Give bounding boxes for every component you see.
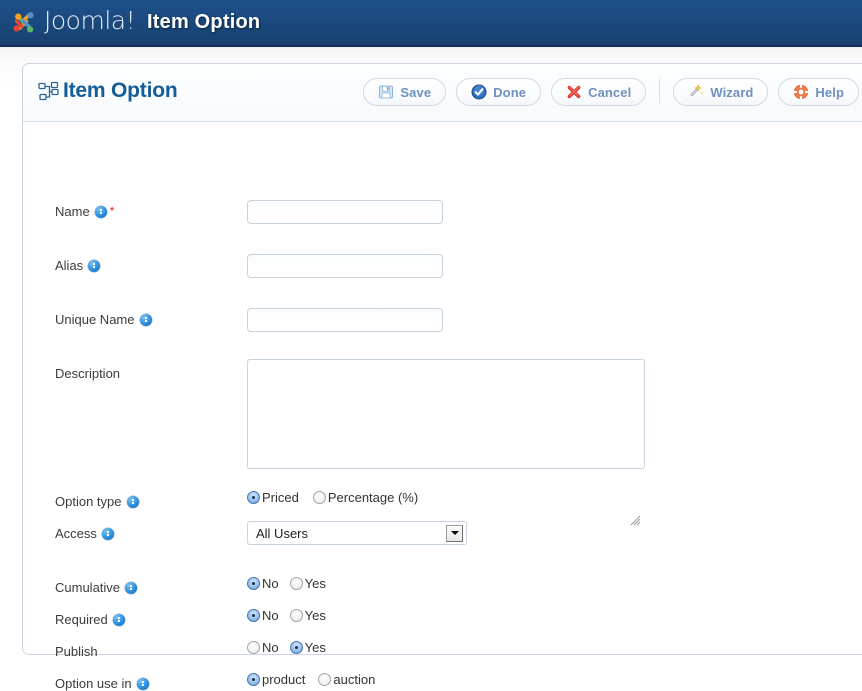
cumulative-label-group: Cumulative <box>55 580 138 595</box>
radio-label: auction <box>333 672 376 687</box>
info-icon[interactable] <box>88 260 101 272</box>
cumulative-radio-no[interactable]: No <box>247 576 279 591</box>
radio-label: Percentage (%) <box>327 490 419 505</box>
radio-label: No <box>262 608 279 623</box>
joomla-top-header: Joomla! Item Option <box>0 0 862 47</box>
option-type-radio-percentage[interactable]: Percentage (%) <box>312 490 419 505</box>
panel-header: Item Option Save Done Cancel Wizard Help <box>23 64 862 122</box>
radio-label: No <box>262 640 279 655</box>
textarea-resize-grip[interactable] <box>629 513 641 526</box>
info-icon[interactable] <box>101 528 114 540</box>
info-icon[interactable] <box>125 582 138 594</box>
info-icon[interactable] <box>126 496 139 508</box>
option-type-label: Option type <box>55 494 122 509</box>
radio-dot[interactable] <box>289 609 303 622</box>
name-input[interactable] <box>247 200 443 224</box>
option-type-label-group: Option type <box>55 494 139 509</box>
info-icon[interactable] <box>136 678 149 690</box>
option-use-in-label: Option use in <box>55 676 132 691</box>
unique-name-label: Unique Name <box>55 312 135 327</box>
red-x-icon <box>566 84 582 100</box>
radio-label: Priced <box>262 490 299 505</box>
radio-dot-selected[interactable] <box>289 641 303 654</box>
info-icon[interactable] <box>112 614 125 626</box>
publish-radio-group: No Yes <box>247 640 326 655</box>
required-radio-no[interactable]: No <box>247 608 279 623</box>
cumulative-label: Cumulative <box>55 580 121 595</box>
access-label: Access <box>55 526 97 541</box>
option-type-radio-group: Priced Percentage (%) <box>247 490 418 505</box>
cancel-button-label: Cancel <box>588 84 632 100</box>
access-label-group: Access <box>55 526 114 541</box>
floppy-disk-icon <box>378 84 394 100</box>
help-button[interactable]: Help <box>778 78 859 106</box>
info-icon[interactable] <box>94 206 107 218</box>
option-use-in-radio-product[interactable]: product <box>247 672 305 687</box>
save-button-label: Save <box>400 84 432 100</box>
radio-label: Yes <box>304 640 326 655</box>
radio-dot[interactable] <box>247 641 260 654</box>
radio-dot-selected[interactable] <box>247 491 260 504</box>
item-option-node-tree-icon <box>37 81 61 103</box>
joomla-logo-icon <box>10 8 40 38</box>
alias-input[interactable] <box>247 254 443 278</box>
cumulative-radio-yes[interactable]: Yes <box>289 576 326 591</box>
joomla-brand-text: Joomla! <box>44 6 136 35</box>
topbar-page-title: Item Option <box>147 11 261 33</box>
wizard-button[interactable]: Wizard <box>673 78 769 106</box>
done-button[interactable]: Done <box>456 78 542 106</box>
cumulative-radio-group: No Yes <box>247 576 326 591</box>
radio-label: product <box>262 672 306 687</box>
publish-radio-yes[interactable]: Yes <box>289 640 326 655</box>
unique-name-label-group: Unique Name <box>55 312 152 327</box>
lifebuoy-icon <box>793 84 809 100</box>
save-button[interactable]: Save <box>363 78 447 106</box>
required-radio-yes[interactable]: Yes <box>289 608 326 623</box>
required-label-group: Required <box>55 612 125 627</box>
option-use-in-radio-auction[interactable]: auction <box>318 672 375 687</box>
radio-dot-selected[interactable] <box>247 609 260 622</box>
option-use-in-label-group: Option use in <box>55 676 149 691</box>
publish-label: Publish <box>55 644 98 659</box>
radio-dot-selected[interactable] <box>247 577 260 590</box>
magic-wand-icon <box>688 84 704 100</box>
chevron-down-icon[interactable] <box>446 524 463 542</box>
radio-dot[interactable] <box>289 577 303 590</box>
alias-label: Alias <box>55 258 84 273</box>
name-label: Name <box>55 204 90 219</box>
info-icon[interactable] <box>139 314 152 326</box>
publish-radio-no[interactable]: No <box>247 640 279 655</box>
radio-dot-selected[interactable] <box>247 673 260 686</box>
option-use-in-radio-group: product auction <box>247 672 375 687</box>
wizard-button-label: Wizard <box>710 84 754 100</box>
radio-dot[interactable] <box>312 491 326 504</box>
option-type-radio-priced[interactable]: Priced <box>247 490 299 505</box>
done-button-label: Done <box>493 84 527 100</box>
cancel-button[interactable]: Cancel <box>551 78 647 106</box>
alias-label-group: Alias <box>55 258 101 273</box>
check-circle-icon <box>471 84 487 100</box>
unique-name-input[interactable] <box>247 308 443 332</box>
required-radio-group: No Yes <box>247 608 326 623</box>
toolbar: Save Done Cancel Wizard Help <box>363 78 859 106</box>
description-label: Description <box>55 366 121 381</box>
required-label: Required <box>55 612 108 627</box>
radio-label: Yes <box>304 576 326 591</box>
required-asterisk: * <box>109 204 115 218</box>
access-select[interactable]: All Users <box>247 521 467 545</box>
radio-label: Yes <box>304 608 326 623</box>
name-label-group: Name * <box>55 204 114 219</box>
radio-dot[interactable] <box>318 673 332 686</box>
page-title: Item Option <box>63 79 178 102</box>
access-select-value: All Users <box>256 525 309 541</box>
item-option-panel: Item Option Save Done Cancel Wizard Help… <box>22 63 862 691</box>
description-textarea[interactable] <box>247 359 645 469</box>
help-button-label: Help <box>815 84 844 100</box>
radio-label: No <box>262 576 279 591</box>
toolbar-separator <box>659 79 661 105</box>
